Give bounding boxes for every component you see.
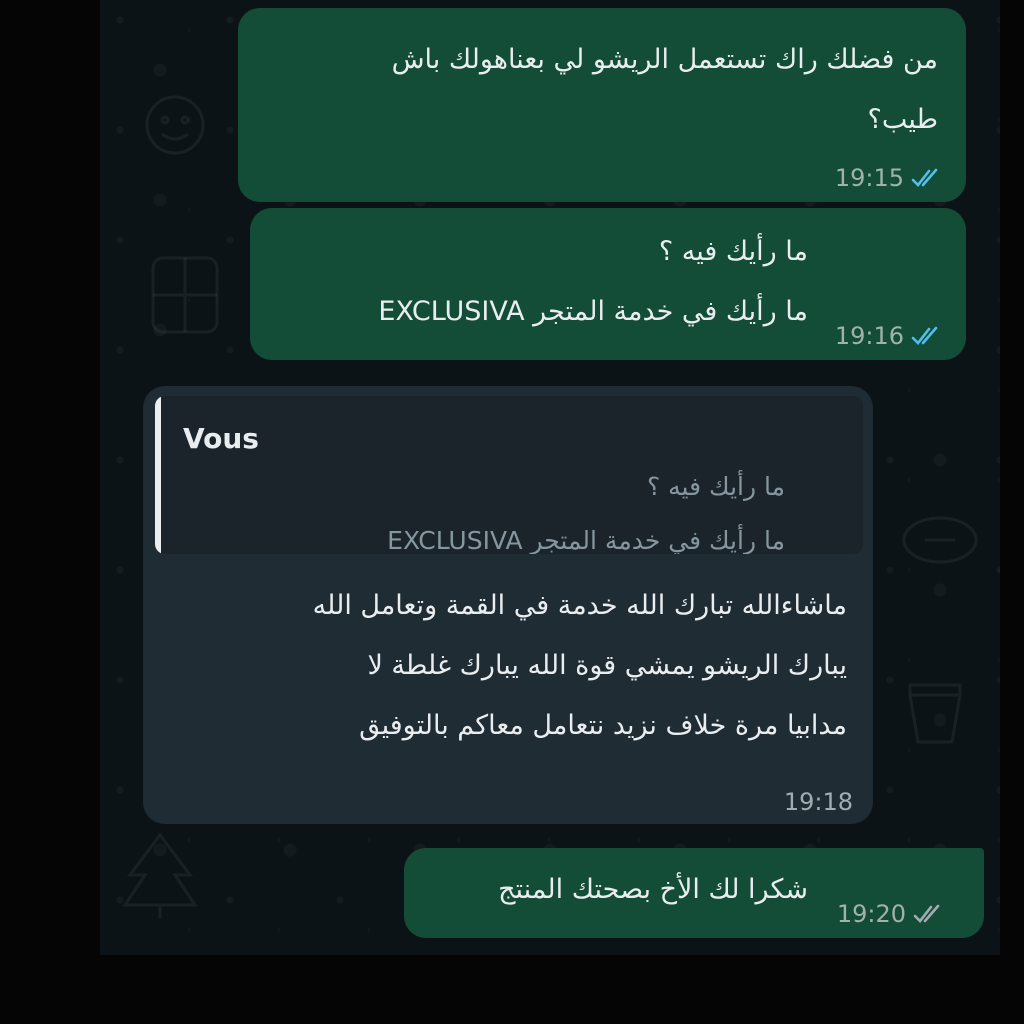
outgoing-message-bubble[interactable]: من فضلك راك تستعمل الريشو لي بعناهولك با…	[238, 8, 966, 202]
message-text: يبارك الريشو يمشي قوة الله يبارك غلطة لا	[367, 650, 847, 681]
wallpaper-smiley-doodle	[145, 95, 205, 155]
wallpaper-calculator-doodle	[151, 256, 219, 334]
message-text: ما رأيك في خدمة المتجر EXCLUSIVA	[378, 296, 808, 327]
wallpaper-pot-doodle	[908, 683, 962, 744]
double-check-read-icon	[911, 326, 938, 345]
message-meta: 19:20	[837, 900, 946, 928]
quoted-text: ما رأيك في خدمة المتجر EXCLUSIVA	[387, 526, 785, 554]
quoted-text: ما رأيك فيه ؟	[646, 472, 785, 501]
message-meta: 19:15	[835, 164, 944, 192]
double-check-read-icon	[911, 168, 938, 187]
message-time: 19:18	[783, 788, 853, 816]
message-time: 19:20	[836, 900, 906, 928]
message-text: من فضلك راك تستعمل الريشو لي بعناهولك با…	[391, 44, 938, 75]
message-text: مدابيا مرة خلاف نزيد نتعامل معاكم بالتوف…	[359, 710, 847, 741]
message-text: طيب؟	[867, 104, 938, 135]
incoming-message-bubble[interactable]: Vous ما رأيك فيه ؟ ما رأيك في خدمة المتج…	[143, 386, 873, 824]
message-text: ما رأيك فيه ؟	[658, 236, 808, 267]
wallpaper-tree-doodle	[122, 832, 198, 918]
quote-accent-bar	[155, 396, 161, 554]
quoted-sender-name: Vous	[183, 422, 259, 455]
quoted-message[interactable]: Vous ما رأيك فيه ؟ ما رأيك في خدمة المتج…	[155, 396, 863, 554]
message-time: 19:15	[834, 164, 904, 192]
double-check-delivered-icon	[913, 904, 940, 923]
message-text: شكرا لك الأخ بصحتك المنتج	[498, 874, 808, 905]
message-text: ماشاءالله تبارك الله خدمة في القمة وتعام…	[312, 590, 847, 621]
message-meta: 19:18	[784, 788, 853, 816]
wallpaper-ball-doodle	[902, 516, 978, 564]
outgoing-message-bubble[interactable]: شكرا لك الأخ بصحتك المنتج 19:20	[404, 848, 984, 938]
message-meta: 19:16	[835, 322, 944, 350]
message-time: 19:16	[834, 322, 904, 350]
outgoing-message-bubble[interactable]: ما رأيك فيه ؟ ما رأيك في خدمة المتجر EXC…	[250, 208, 966, 360]
